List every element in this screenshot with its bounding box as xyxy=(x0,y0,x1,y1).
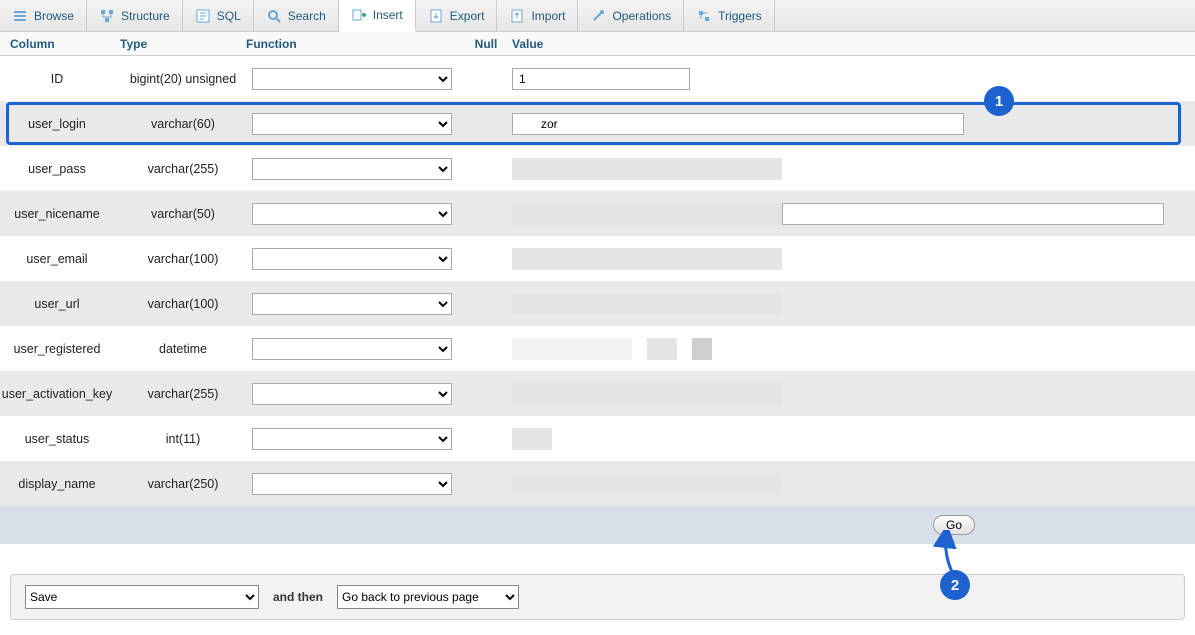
column-name: user_registered xyxy=(0,342,120,356)
value-input-nicename[interactable] xyxy=(782,203,1164,225)
table-row: user_url varchar(100) xyxy=(0,281,1195,326)
tab-search[interactable]: Search xyxy=(254,0,339,31)
header-value: Value xyxy=(506,37,1195,51)
save-action-select[interactable]: Save xyxy=(25,585,259,609)
separator xyxy=(0,544,1195,574)
header-column: Column xyxy=(0,37,120,51)
tab-import[interactable]: Import xyxy=(497,0,578,31)
tab-export[interactable]: Export xyxy=(416,0,498,31)
table-row: user_status int(11) xyxy=(0,416,1195,461)
export-icon xyxy=(428,8,444,24)
redacted-value xyxy=(512,338,1175,360)
table-row: ID bigint(20) unsigned xyxy=(0,56,1195,101)
redacted-value xyxy=(512,383,1175,405)
function-select[interactable] xyxy=(252,68,452,90)
sql-icon xyxy=(195,8,211,24)
column-name: user_url xyxy=(0,297,120,311)
tab-label: Search xyxy=(288,9,326,23)
column-type: varchar(100) xyxy=(120,297,246,311)
function-select[interactable] xyxy=(252,383,452,405)
tab-sql[interactable]: SQL xyxy=(183,0,254,31)
column-type: datetime xyxy=(120,342,246,356)
tab-label: Import xyxy=(531,9,565,23)
tab-label: Browse xyxy=(34,9,74,23)
tab-label: Triggers xyxy=(718,9,762,23)
table-row: user_activation_key varchar(255) xyxy=(0,371,1195,416)
tab-label: Structure xyxy=(121,9,170,23)
column-name: user_login xyxy=(0,117,120,131)
operations-icon xyxy=(590,8,606,24)
header-function: Function xyxy=(246,37,466,51)
function-select[interactable] xyxy=(252,293,452,315)
tab-label: Export xyxy=(450,9,485,23)
column-name: user_nicename xyxy=(0,207,120,221)
tab-triggers[interactable]: Triggers xyxy=(684,0,775,31)
then-action-select[interactable]: Go back to previous page xyxy=(337,585,519,609)
browse-icon xyxy=(12,8,28,24)
column-type: varchar(250) xyxy=(120,477,246,491)
redacted-value xyxy=(512,293,1175,315)
value-input-user-login[interactable] xyxy=(512,113,964,135)
function-select[interactable] xyxy=(252,158,452,180)
annotation-badge-1: 1 xyxy=(984,86,1014,116)
column-name: user_status xyxy=(0,432,120,446)
column-type: varchar(100) xyxy=(120,252,246,266)
function-select[interactable] xyxy=(252,248,452,270)
table-row: user_pass varchar(255) xyxy=(0,146,1195,191)
column-type: varchar(255) xyxy=(120,162,246,176)
table-header-row: Column Type Function Null Value xyxy=(0,32,1195,56)
tab-browse[interactable]: Browse xyxy=(0,0,87,31)
function-select[interactable] xyxy=(252,113,452,135)
import-icon xyxy=(509,8,525,24)
function-select[interactable] xyxy=(252,338,452,360)
tab-label: SQL xyxy=(217,9,241,23)
column-name: display_name xyxy=(0,477,120,491)
table-row: user_email varchar(100) xyxy=(0,236,1195,281)
column-name: user_activation_key xyxy=(0,387,120,401)
table-row: user_registered datetime xyxy=(0,326,1195,371)
column-type: varchar(60) xyxy=(120,117,246,131)
structure-icon xyxy=(99,8,115,24)
and-then-label: and then xyxy=(273,590,323,604)
tab-insert[interactable]: Insert xyxy=(339,0,416,32)
tab-operations[interactable]: Operations xyxy=(578,0,684,31)
footer-action-box: Save and then Go back to previous page xyxy=(10,574,1185,620)
function-select[interactable] xyxy=(252,428,452,450)
annotation-badge-2: 2 xyxy=(940,570,970,600)
redacted-value xyxy=(512,428,1175,450)
value-input-id[interactable] xyxy=(512,68,690,90)
table-row: display_name varchar(250) xyxy=(0,461,1195,506)
annotation-arrow xyxy=(930,530,970,576)
column-type: int(11) xyxy=(120,432,246,446)
tab-label: Insert xyxy=(373,8,403,22)
column-name: ID xyxy=(0,72,120,86)
column-name: user_pass xyxy=(0,162,120,176)
header-type: Type xyxy=(120,37,246,51)
function-select[interactable] xyxy=(252,203,452,225)
redacted-value xyxy=(512,158,1175,180)
table-row: user_nicename varchar(50) xyxy=(0,191,1195,236)
insert-table-body: ID bigint(20) unsigned user_login varcha… xyxy=(0,56,1195,506)
tab-structure[interactable]: Structure xyxy=(87,0,183,31)
redacted-value xyxy=(512,473,1175,495)
table-row: user_login varchar(60) xyxy=(0,101,1195,146)
redacted-value xyxy=(512,248,1175,270)
tab-bar: Browse Structure SQL Search Insert Expor… xyxy=(0,0,1195,32)
column-type: varchar(255) xyxy=(120,387,246,401)
header-null: Null xyxy=(466,37,506,51)
go-button-row: Go xyxy=(0,506,1195,544)
column-type: varchar(50) xyxy=(120,207,246,221)
function-select[interactable] xyxy=(252,473,452,495)
search-icon xyxy=(266,8,282,24)
triggers-icon xyxy=(696,8,712,24)
insert-icon xyxy=(351,7,367,23)
column-type: bigint(20) unsigned xyxy=(120,72,246,86)
tab-label: Operations xyxy=(612,9,671,23)
column-name: user_email xyxy=(0,252,120,266)
